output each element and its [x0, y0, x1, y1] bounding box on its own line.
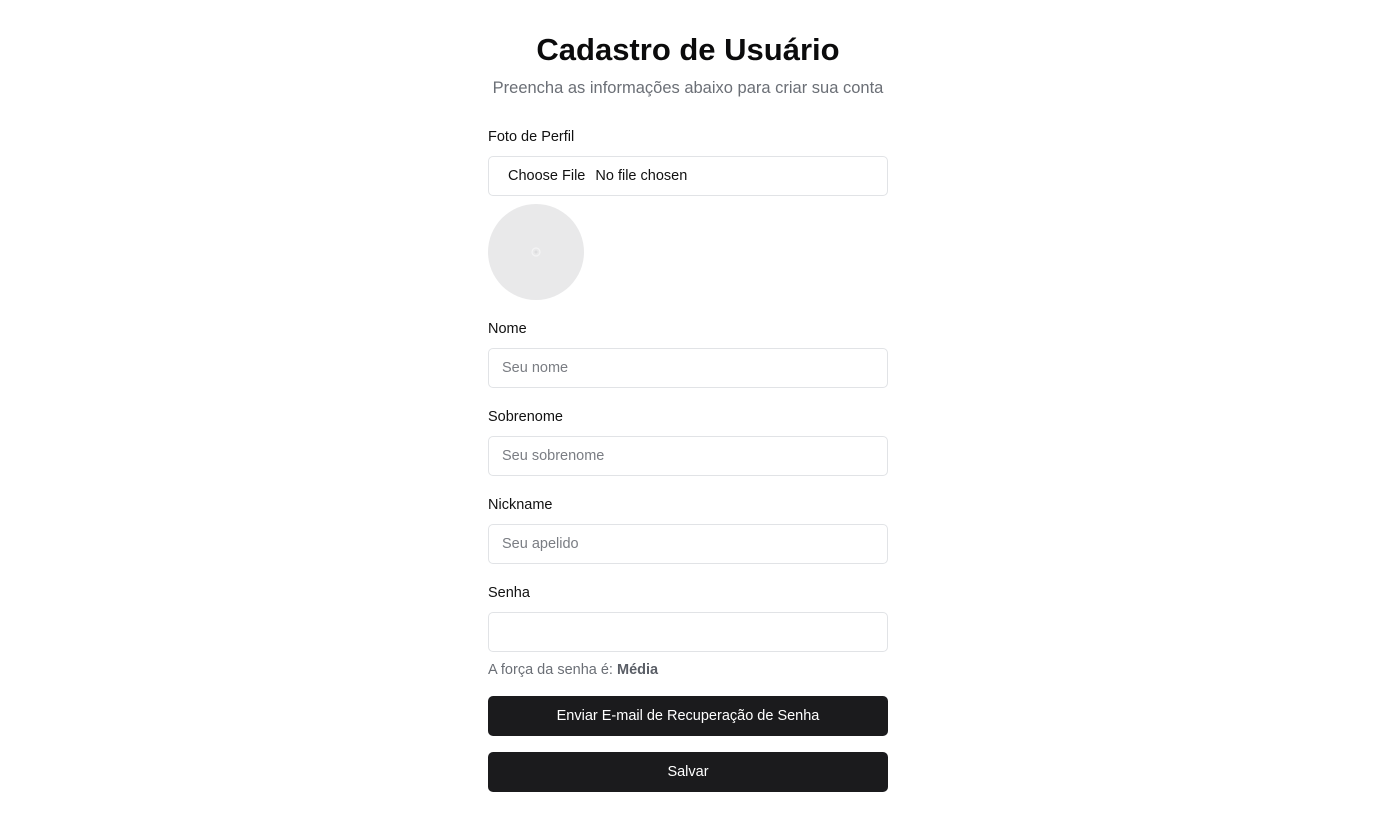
send-recovery-email-button[interactable]: Enviar E-mail de Recuperação de Senha	[488, 696, 888, 736]
choose-file-button[interactable]: Choose File	[508, 168, 585, 184]
senha-field	[488, 612, 888, 652]
password-strength-prefix: A força da senha é:	[488, 662, 617, 678]
signup-page: Cadastro de Usuário Preencha as informaç…	[0, 0, 1376, 824]
file-status-text: No file chosen	[595, 168, 688, 184]
nome-input[interactable]	[489, 349, 872, 387]
save-button[interactable]: Salvar	[488, 752, 888, 792]
page-subtitle: Preencha as informações abaixo para cria…	[492, 79, 884, 97]
senha-label: Senha	[488, 585, 530, 601]
nome-label: Nome	[488, 321, 527, 337]
nome-field	[488, 348, 888, 388]
password-strength-level: Média	[616, 662, 659, 678]
profile-photo-file-input[interactable]: Choose File No file chosen	[488, 156, 888, 196]
profile-photo-label: Foto de Perfil	[488, 129, 575, 145]
avatar-preview	[488, 204, 584, 300]
image-placeholder-icon	[531, 247, 541, 257]
nickname-field	[488, 524, 888, 564]
senha-input[interactable]	[489, 613, 872, 651]
sobrenome-label: Sobrenome	[488, 409, 563, 425]
sobrenome-input[interactable]	[489, 437, 872, 475]
nickname-label: Nickname	[488, 497, 553, 513]
password-strength-text: A força da senha é: Média	[488, 661, 658, 679]
nickname-input[interactable]	[489, 525, 872, 563]
sobrenome-field	[488, 436, 888, 476]
page-title: Cadastro de Usuário	[536, 32, 840, 67]
